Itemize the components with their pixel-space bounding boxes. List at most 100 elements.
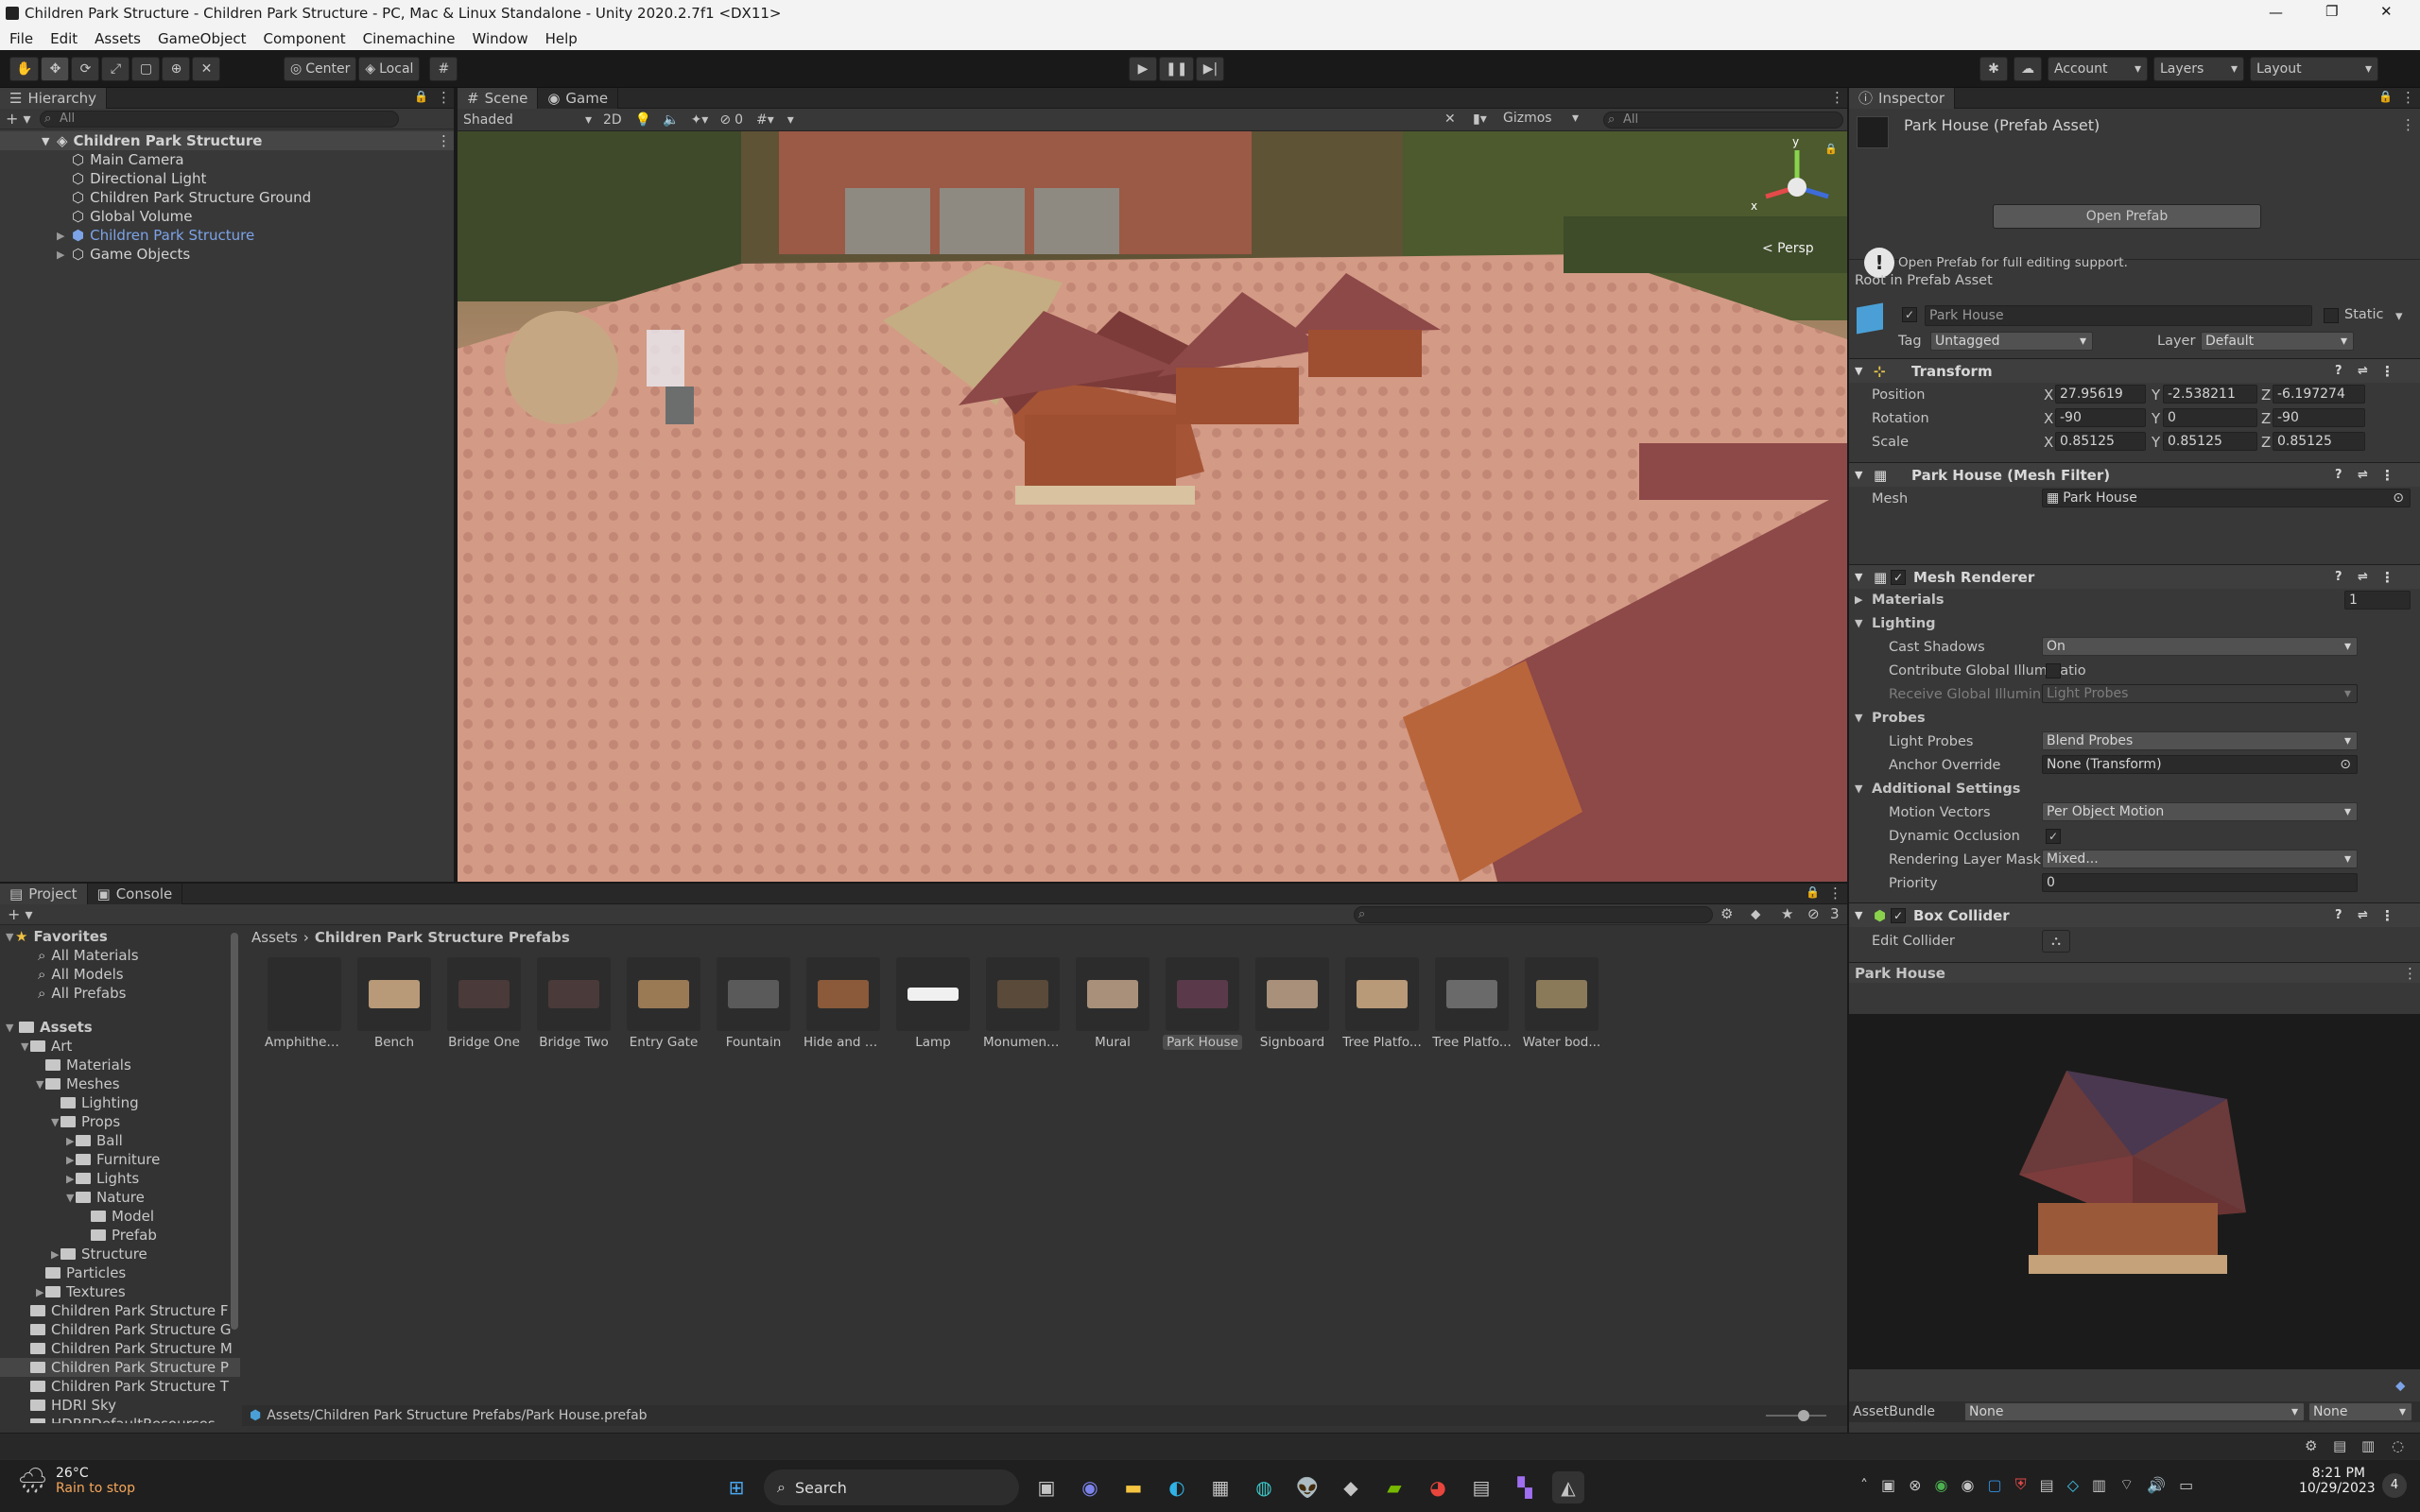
tree-folder-item[interactable]: Children Park Structure T (0, 1377, 240, 1396)
menu-file[interactable]: File (9, 30, 33, 47)
tree-folder-item[interactable]: ▼ Meshes (0, 1074, 240, 1093)
help-icon[interactable]: ? (2335, 468, 2342, 482)
pause-button[interactable]: ❚❚ (1159, 57, 1195, 81)
preset-icon[interactable]: ⇌ (2358, 364, 2368, 378)
tree-folder-item[interactable]: ▼ Art (0, 1037, 240, 1056)
tray-app-icon[interactable]: ▤ (2040, 1476, 2054, 1494)
pivot-local-button[interactable]: ◈ Local (358, 57, 421, 81)
tree-folder-item[interactable]: Children Park Structure F (0, 1301, 240, 1320)
grid-snap-icon[interactable]: # (429, 57, 458, 81)
tools-icon[interactable]: ✕ (1444, 112, 1456, 127)
mesh-renderer-header[interactable]: ▼ ▦ ✓ Mesh Renderer ? ⇌ ⋮ (1849, 564, 2420, 589)
hierarchy-item[interactable]: ⬡ Children Park Structure Ground (0, 188, 454, 207)
rotation-x-field[interactable]: -90 (2055, 408, 2146, 427)
more-icon[interactable]: ⋮ (2380, 467, 2394, 484)
expand-arrow-icon[interactable]: ▶ (66, 1135, 76, 1147)
tree-folder-item[interactable]: Lighting (0, 1093, 240, 1112)
tab-console[interactable]: ▣ Console (87, 883, 183, 904)
asset-item[interactable]: Tree Platfo... (1342, 957, 1422, 1050)
layers-dropdown[interactable]: Layers ▾ (2153, 57, 2244, 81)
lighting-foldout[interactable]: ▼ Lighting (1855, 611, 1936, 635)
tree-scrollbar[interactable] (231, 933, 238, 1330)
assets-foldout[interactable]: ▼ Assets (0, 1018, 240, 1037)
asset-item[interactable]: Entry Gate (624, 957, 703, 1050)
tree-folder-item[interactable]: Materials (0, 1056, 240, 1074)
project-search-input[interactable]: ⌕ (1354, 906, 1713, 923)
tree-folder-item[interactable]: ▶ Textures (0, 1282, 240, 1301)
close-icon[interactable]: ✕ (2380, 3, 2393, 20)
add-icon[interactable]: + ▾ (8, 905, 33, 923)
task-view-icon[interactable]: ▣ (1030, 1471, 1063, 1503)
favorite-item[interactable]: ⌕ All Models (0, 965, 240, 984)
wifi-icon[interactable]: ⌔ (2119, 1475, 2134, 1494)
weather-widget[interactable]: 🌧 26°C Rain to stop (17, 1466, 135, 1496)
tree-folder-item[interactable]: ▶ Ball (0, 1131, 240, 1150)
asset-item[interactable]: Mural (1073, 957, 1152, 1050)
tree-folder-item[interactable]: Children Park Structure P (0, 1358, 240, 1377)
mesh-object-field[interactable]: ▦ Park House ⊙ (2042, 489, 2411, 507)
scene-viewport[interactable]: y x < Persp 🔒 (458, 131, 1847, 882)
additional-settings-foldout[interactable]: ▼ Additional Settings (1855, 777, 2020, 800)
position-x-field[interactable]: 27.95619 (2055, 385, 2146, 404)
expand-arrow-icon[interactable]: ▼ (21, 1040, 30, 1053)
hierarchy-item[interactable]: ⬡ Global Volume (0, 207, 454, 226)
pivot-center-button[interactable]: ◎ Center (284, 57, 357, 81)
alien-icon[interactable]: 👽 (1291, 1471, 1323, 1503)
more-icon[interactable]: ⋮ (2380, 363, 2394, 380)
account-dropdown[interactable]: Account ▾ (2048, 57, 2148, 81)
probes-foldout[interactable]: ▼ Probes (1855, 706, 1926, 730)
more-icon[interactable]: ⋮ (2403, 965, 2417, 982)
hierarchy-item[interactable]: ⬡ Directional Light (0, 169, 454, 188)
hidden-objects-icon[interactable]: ⊘ (719, 112, 731, 128)
favorite-item[interactable]: ⌕ All Prefabs (0, 984, 240, 1003)
camera-icon[interactable]: ▮▾ (1473, 112, 1487, 127)
asset-item[interactable]: Water bod... (1522, 957, 1601, 1050)
rendering-layer-mask-dropdown[interactable]: Mixed... ▾ (2042, 850, 2358, 868)
asset-item[interactable]: Bridge Two (534, 957, 614, 1050)
assetbundle-variant-dropdown[interactable]: None ▾ (2308, 1402, 2412, 1421)
rotate-tool-icon[interactable]: ⟳ (71, 57, 100, 81)
open-prefab-button[interactable]: Open Prefab (1993, 204, 2261, 229)
more-icon[interactable]: ⋮ (437, 89, 451, 106)
expand-arrow-icon[interactable]: ▼ (51, 1116, 60, 1128)
asset-preview[interactable] (1849, 1014, 2420, 1369)
nvidia-icon[interactable]: ▰ (1378, 1471, 1410, 1503)
tab-hierarchy[interactable]: ☰ Hierarchy (0, 87, 107, 109)
tree-folder-item[interactable]: HDRI Sky (0, 1396, 240, 1415)
minimize-icon[interactable]: — (2269, 4, 2283, 21)
collab-icon[interactable]: ✱ (1979, 57, 2008, 81)
scale-y-field[interactable]: 0.85125 (2163, 432, 2257, 451)
motion-vectors-dropdown[interactable]: Per Object Motion ▾ (2042, 802, 2358, 821)
preview-header[interactable]: Park House ⋮ (1849, 962, 2420, 983)
tab-game[interactable]: ◉ Game (538, 87, 619, 109)
asset-item[interactable]: Bridge One (444, 957, 524, 1050)
scale-tool-icon[interactable]: ⤢ (101, 57, 130, 81)
priority-field[interactable]: 0 (2042, 873, 2358, 892)
draw-mode-icon[interactable]: ▾ (787, 112, 794, 128)
scene-search-input[interactable]: ⌕ All (1603, 112, 1843, 129)
scale-z-field[interactable]: 0.85125 (2273, 432, 2365, 451)
persp-label[interactable]: < Persp (1762, 241, 1814, 256)
lock-icon[interactable]: 🔒 (2378, 90, 2393, 103)
more-icon[interactable]: ⋮ (2401, 116, 2415, 133)
mesh-filter-header[interactable]: ▼ ▦ Park House (Mesh Filter) ? ⇌ ⋮ (1849, 462, 2420, 487)
tab-project[interactable]: ▤ Project (0, 883, 88, 904)
active-checkbox[interactable]: ✓ (1902, 307, 1917, 322)
edit-collider-icon[interactable]: ⛬ (2042, 930, 2070, 953)
unity-icon[interactable]: ◭ (1552, 1471, 1584, 1503)
hierarchy-search-input[interactable]: ⌕ All (40, 110, 399, 128)
step-button[interactable]: ▶| (1196, 57, 1225, 81)
tray-app-icon[interactable]: ◇ (2067, 1476, 2079, 1494)
orientation-gizmo[interactable]: y x (1751, 135, 1840, 230)
preset-icon[interactable]: ⇌ (2358, 468, 2368, 482)
transform-tool-icon[interactable]: ⊕ (162, 57, 191, 81)
hierarchy-item[interactable]: ▶ ⬡ Game Objects (0, 245, 454, 264)
more-icon[interactable]: ⋮ (2401, 89, 2415, 106)
teams-icon[interactable]: ◉ (1074, 1471, 1106, 1503)
expand-arrow-icon[interactable]: ▶ (51, 1248, 60, 1261)
anchor-override-field[interactable]: None (Transform) ⊙ (2042, 755, 2358, 774)
store-icon[interactable]: ▦ (1204, 1471, 1236, 1503)
favorite-icon[interactable]: ★ (1781, 905, 1793, 922)
enabled-checkbox[interactable]: ✓ (1891, 907, 1906, 923)
asset-item[interactable]: Amphithea... (265, 957, 344, 1050)
